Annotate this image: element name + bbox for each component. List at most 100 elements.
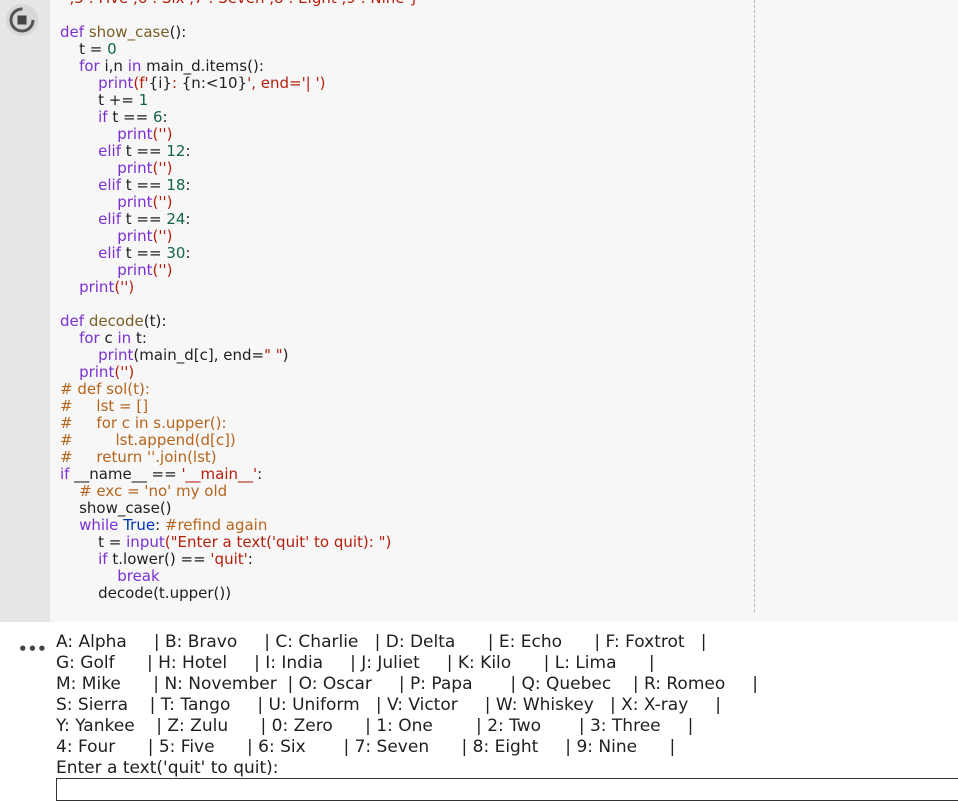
code-token: 1 xyxy=(138,91,149,109)
output-line: Enter a text('quit' to quit): xyxy=(56,758,279,778)
code-token: print xyxy=(79,363,115,381)
code-token: t = xyxy=(60,533,127,551)
code-token: # lst = [] xyxy=(60,397,149,415)
cell-gutter xyxy=(0,0,50,622)
code-line: # def sol(t): xyxy=(60,381,419,398)
more-horizontal-icon[interactable]: ••• xyxy=(18,640,47,658)
code-editor[interactable]: ,5 : Five ,6 : Six ,7 : Seven ,8 : Eight… xyxy=(50,0,958,622)
code-token: '__main__' xyxy=(181,465,258,483)
code-token: print xyxy=(98,346,134,364)
code-line: elif t == 12: xyxy=(60,143,419,160)
code-token: #refind again xyxy=(164,516,268,534)
code-token: (): xyxy=(169,23,187,41)
code-token: print xyxy=(117,261,153,279)
code-token: print xyxy=(117,159,153,177)
code-token: : xyxy=(162,108,168,126)
code-token: " " xyxy=(264,346,283,364)
code-line: if __name__ == '__main__': xyxy=(60,466,419,483)
code-line: elif t == 30: xyxy=(60,245,419,262)
code-line: print('') xyxy=(60,194,419,211)
code-token: ('') xyxy=(114,363,135,381)
code-line: if t.lower() == 'quit': xyxy=(60,551,419,568)
output-line: G: Golf | H: Hotel | I: India | J: Julie… xyxy=(56,653,655,673)
code-token: (main_d[c], end= xyxy=(133,346,265,364)
code-token: elif xyxy=(60,142,126,160)
code-token: break xyxy=(117,567,160,585)
stop-icon xyxy=(9,7,35,33)
code-token: 18 xyxy=(166,176,186,194)
code-line: break xyxy=(60,568,419,585)
code-token: print xyxy=(98,74,134,92)
code-token: : xyxy=(257,465,263,483)
output-line: M: Mike | N: November | O: Oscar | P: Pa… xyxy=(56,674,758,694)
code-token: decode xyxy=(88,312,144,330)
code-token: ', end='| ') xyxy=(247,74,326,92)
code-token: t == xyxy=(125,142,167,160)
code-line: for i,n in main_d.items(): xyxy=(60,58,419,75)
code-token: if xyxy=(60,465,75,483)
code-token: __name__ == xyxy=(74,465,182,483)
code-token: while xyxy=(60,516,124,534)
code-text: ,5 : Five ,6 : Six ,7 : Seven ,8 : Eight… xyxy=(60,0,419,602)
code-token: ('') xyxy=(152,125,173,143)
code-token: input xyxy=(126,533,165,551)
code-token: : xyxy=(185,176,191,194)
code-token: t == xyxy=(125,244,167,262)
code-token: main_d.items(): xyxy=(146,57,264,75)
code-line: print('') xyxy=(60,364,419,381)
code-line: # for c in s.upper(): xyxy=(60,415,419,432)
code-line: def show_case(): xyxy=(60,24,419,41)
code-token: elif xyxy=(60,210,126,228)
code-line: print('') xyxy=(60,262,419,279)
code-line: t = 0 xyxy=(60,41,419,58)
stdin-input[interactable] xyxy=(56,778,958,801)
code-token: # for c in s.upper(): xyxy=(60,414,227,432)
code-token: decode(t.upper()) xyxy=(60,584,232,602)
code-token: t: xyxy=(135,329,147,347)
code-token: (t): xyxy=(143,312,167,330)
code-token: : xyxy=(185,210,191,228)
code-token: if xyxy=(60,108,113,126)
code-token: # exc = 'no' my old xyxy=(79,482,228,500)
code-token: t == xyxy=(125,176,167,194)
code-token: : xyxy=(171,74,182,92)
code-token: print xyxy=(117,193,153,211)
code-token: for xyxy=(60,329,105,347)
stop-execution-button[interactable] xyxy=(6,4,38,36)
code-token: # def sol(t): xyxy=(60,380,150,398)
code-token: 30 xyxy=(166,244,186,262)
code-token: print xyxy=(117,227,153,245)
code-token: ("Enter a text('quit' to quit): ") xyxy=(164,533,392,551)
code-token: 12 xyxy=(166,142,186,160)
code-token: t == xyxy=(125,210,167,228)
output-line: S: Sierra | T: Tango | U: Uniform | V: V… xyxy=(56,695,722,715)
code-cell: ,5 : Five ,6 : Six ,7 : Seven ,8 : Eight… xyxy=(0,0,958,622)
code-token: in xyxy=(127,57,147,75)
code-token: {i} xyxy=(148,74,172,92)
code-token: ) xyxy=(282,346,289,364)
code-line: # lst.append(d[c]) xyxy=(60,432,419,449)
code-line: decode(t.upper()) xyxy=(60,585,419,602)
code-token: ,5 : Five ,6 : Six ,7 : Seven ,8 : Eight… xyxy=(60,0,419,7)
code-token: ('') xyxy=(152,159,173,177)
code-line: show_case() xyxy=(60,500,419,517)
code-line: # return ''.join(lst) xyxy=(60,449,419,466)
code-token: ('') xyxy=(152,193,173,211)
code-token: ('') xyxy=(152,227,173,245)
code-line: def decode(t): xyxy=(60,313,419,330)
line-length-ruler xyxy=(754,0,755,612)
code-token: in xyxy=(117,329,136,347)
code-line: for c in t: xyxy=(60,330,419,347)
code-token: (f' xyxy=(133,74,149,92)
code-line: if t == 6: xyxy=(60,109,419,126)
code-line: t += 1 xyxy=(60,92,419,109)
code-token: t += xyxy=(60,91,139,109)
code-token: # lst.append(d[c]) xyxy=(60,431,236,449)
